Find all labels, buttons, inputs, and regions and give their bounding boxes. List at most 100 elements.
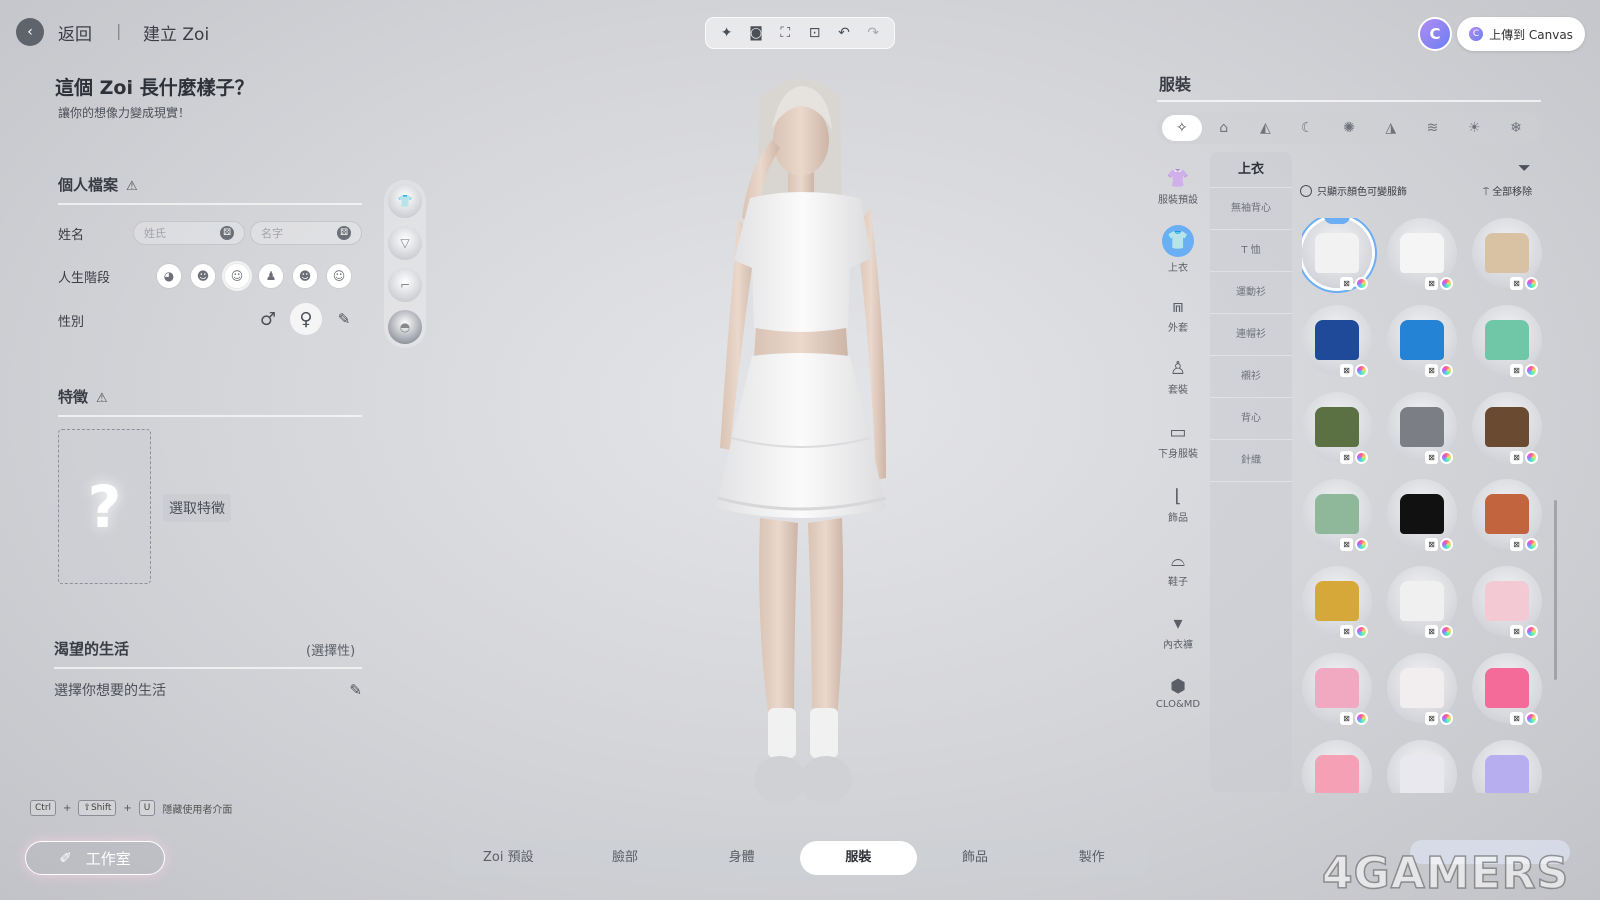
back-label[interactable]: 返回 [58, 20, 92, 45]
aspiration-row[interactable]: 選擇你想要的生活 ✎ [54, 678, 362, 702]
choose-trait-label[interactable]: 選取特徵 [163, 494, 231, 522]
dice-icon[interactable]: ⚄ [220, 226, 234, 240]
side-category-tops[interactable]: 👕 上衣 [1150, 225, 1206, 274]
item-grid-scrollbar[interactable] [1554, 500, 1557, 680]
sleep-icon[interactable]: ☾ [1287, 115, 1327, 141]
pattern-icon: ⊠ [1340, 451, 1353, 464]
face-focus-icon[interactable]: ⊡ [804, 25, 826, 41]
undo-icon[interactable]: ↶ [1324, 218, 1350, 224]
female-icon[interactable]: ♀ [290, 303, 322, 335]
side-category-accessories[interactable]: ⌊ 飾品 [1150, 485, 1206, 524]
color-variable-toggle[interactable]: 只顯示顏色可變服飾 [1300, 183, 1407, 198]
last-name-placeholder: 姓氏 [144, 227, 166, 240]
side-category-outerwear[interactable]: ⩎ 外套 [1150, 295, 1206, 334]
clothing-item[interactable]: ⊠ [1302, 392, 1372, 464]
clothing-item[interactable]: ⊠ [1302, 653, 1372, 725]
life-stage-elder-icon[interactable]: ☺ [324, 261, 354, 291]
side-category-label: CLO&MD [1155, 699, 1201, 710]
athletic-icon[interactable]: ◮ [1371, 115, 1411, 141]
subcategory-item[interactable]: 無袖背心 [1210, 188, 1292, 230]
clothing-item[interactable]: ⊠ [1472, 479, 1542, 551]
edit-icon[interactable]: ✎ [349, 681, 362, 699]
subcategory-item[interactable]: 背心 [1210, 398, 1292, 440]
clothing-item[interactable]: ⊠ [1472, 305, 1542, 377]
trait-slot[interactable]: ? [58, 429, 151, 584]
clothing-item[interactable]: ⊠ [1302, 305, 1372, 377]
side-category-bottoms[interactable]: ▭ 下身服裝 [1150, 421, 1206, 460]
redo-icon[interactable]: ↷ [862, 25, 884, 41]
life-stage-young-adult-icon[interactable]: ♟ [256, 261, 286, 291]
life-stage-infant-icon[interactable]: ◕ [154, 261, 184, 291]
side-category-underwear[interactable]: ▾ 內衣褲 [1150, 612, 1206, 651]
clothing-item[interactable]: ⊠ [1472, 218, 1542, 290]
filter-icon[interactable]: ⏷ [1518, 158, 1531, 178]
all-icon[interactable]: ✧ [1161, 115, 1202, 141]
subcategory-item[interactable]: 針織 [1210, 440, 1292, 482]
camera-icon[interactable]: ◙ [745, 25, 767, 41]
tab-face[interactable]: 臉部 [567, 841, 684, 875]
tab-accessories[interactable]: 飾品 [917, 841, 1034, 875]
canvas-avatar[interactable]: C [1418, 17, 1452, 51]
undo-icon[interactable]: ↶ [833, 25, 855, 41]
pattern-icon: ⊠ [1510, 625, 1523, 638]
dice-icon[interactable]: ⚄ [337, 226, 351, 240]
clothing-item[interactable]: ↶⊠ [1302, 218, 1372, 290]
outfit-top-thumbnail[interactable]: 👕 [388, 184, 422, 218]
upload-canvas-button[interactable]: C 上傳到 Canvas [1457, 17, 1585, 51]
clothing-item[interactable]: ⊠ [1472, 566, 1542, 638]
side-category-full-body[interactable]: ♙ 套裝 [1150, 357, 1206, 396]
radio-icon[interactable] [1300, 184, 1312, 197]
swim-icon[interactable]: ≋ [1412, 115, 1452, 141]
outfit-shoes-thumbnail[interactable]: ◓ [388, 310, 422, 344]
pattern-icon: ⊠ [1340, 364, 1353, 377]
tab-clothing[interactable]: 服裝 [800, 841, 917, 875]
clothing-item[interactable]: ⊠ [1472, 653, 1542, 725]
party-icon[interactable]: ✺ [1329, 115, 1369, 141]
clothing-item[interactable]: ⊠ [1387, 305, 1457, 377]
clothing-item[interactable]: ⊠ [1302, 566, 1372, 638]
life-stage-child-icon[interactable]: ☻ [188, 261, 218, 291]
clothing-item[interactable]: ⊠ [1387, 653, 1457, 725]
clothing-item[interactable]: ⊠ [1387, 218, 1457, 290]
tab-zoi-preset[interactable]: Zoi 預設 [450, 841, 567, 875]
clothing-item[interactable] [1472, 740, 1542, 793]
color-wheel-icon [1440, 364, 1453, 377]
tab-body[interactable]: 身體 [683, 841, 800, 875]
outfit-bottom-thumbnail[interactable]: ▽ [388, 226, 422, 260]
winter-icon[interactable]: ❄ [1496, 115, 1536, 141]
life-stage-teen-icon[interactable]: ☺ [222, 261, 252, 291]
subcategory-item[interactable]: 運動衫 [1210, 272, 1292, 314]
focus-icon[interactable]: ⛶ [774, 25, 796, 41]
clothing-item[interactable] [1387, 740, 1457, 793]
subcategory-item[interactable]: 襯衫 [1210, 356, 1292, 398]
tab-create[interactable]: 製作 [1033, 841, 1150, 875]
first-name-field[interactable]: 名字 ⚄ [250, 221, 362, 245]
last-name-field[interactable]: 姓氏 ⚄ [133, 221, 245, 245]
subcategory-item[interactable]: 連帽衫 [1210, 314, 1292, 356]
clothing-item[interactable] [1302, 740, 1372, 793]
subcategory-tops-header[interactable]: 上衣 [1210, 152, 1292, 188]
clothing-item[interactable]: ⊠ [1387, 392, 1457, 464]
clothing-item[interactable]: ⊠ [1472, 392, 1542, 464]
sparkle-icon[interactable]: ✦ [716, 25, 738, 41]
clothing-item[interactable]: ⊠ [1387, 566, 1457, 638]
clothing-item[interactable]: ⊠ [1387, 479, 1457, 551]
subcategory-item[interactable]: T 恤 [1210, 230, 1292, 272]
clothing-item[interactable]: ⊠ [1302, 479, 1372, 551]
remove-all-button[interactable]: ⍑ 全部移除 [1483, 183, 1532, 198]
character-model[interactable] [690, 68, 920, 828]
side-category-clo-md[interactable]: ⬢ CLO&MD [1150, 675, 1206, 710]
clothing-panel-title: 服裝 [1159, 75, 1192, 94]
summer-icon[interactable]: ☀ [1454, 115, 1494, 141]
male-icon[interactable]: ♂ [252, 303, 284, 335]
life-stage-adult-icon[interactable]: ☻ [290, 261, 320, 291]
outfit-socks-thumbnail[interactable]: ⌐ [388, 268, 422, 302]
side-category-outfit-preset[interactable]: 👚 服裝預設 [1150, 167, 1206, 206]
edit-icon[interactable]: ✎ [328, 303, 360, 335]
gift-icon[interactable]: ⌂ [1204, 115, 1244, 141]
side-category-shoes[interactable]: ⌓ 鞋子 [1150, 549, 1206, 588]
formal-icon[interactable]: ◭ [1245, 115, 1285, 141]
studio-button[interactable]: ✐ 工作室 [25, 841, 165, 875]
chevron-left-icon: ‹ [27, 24, 33, 40]
back-button[interactable]: ‹ [16, 18, 44, 46]
